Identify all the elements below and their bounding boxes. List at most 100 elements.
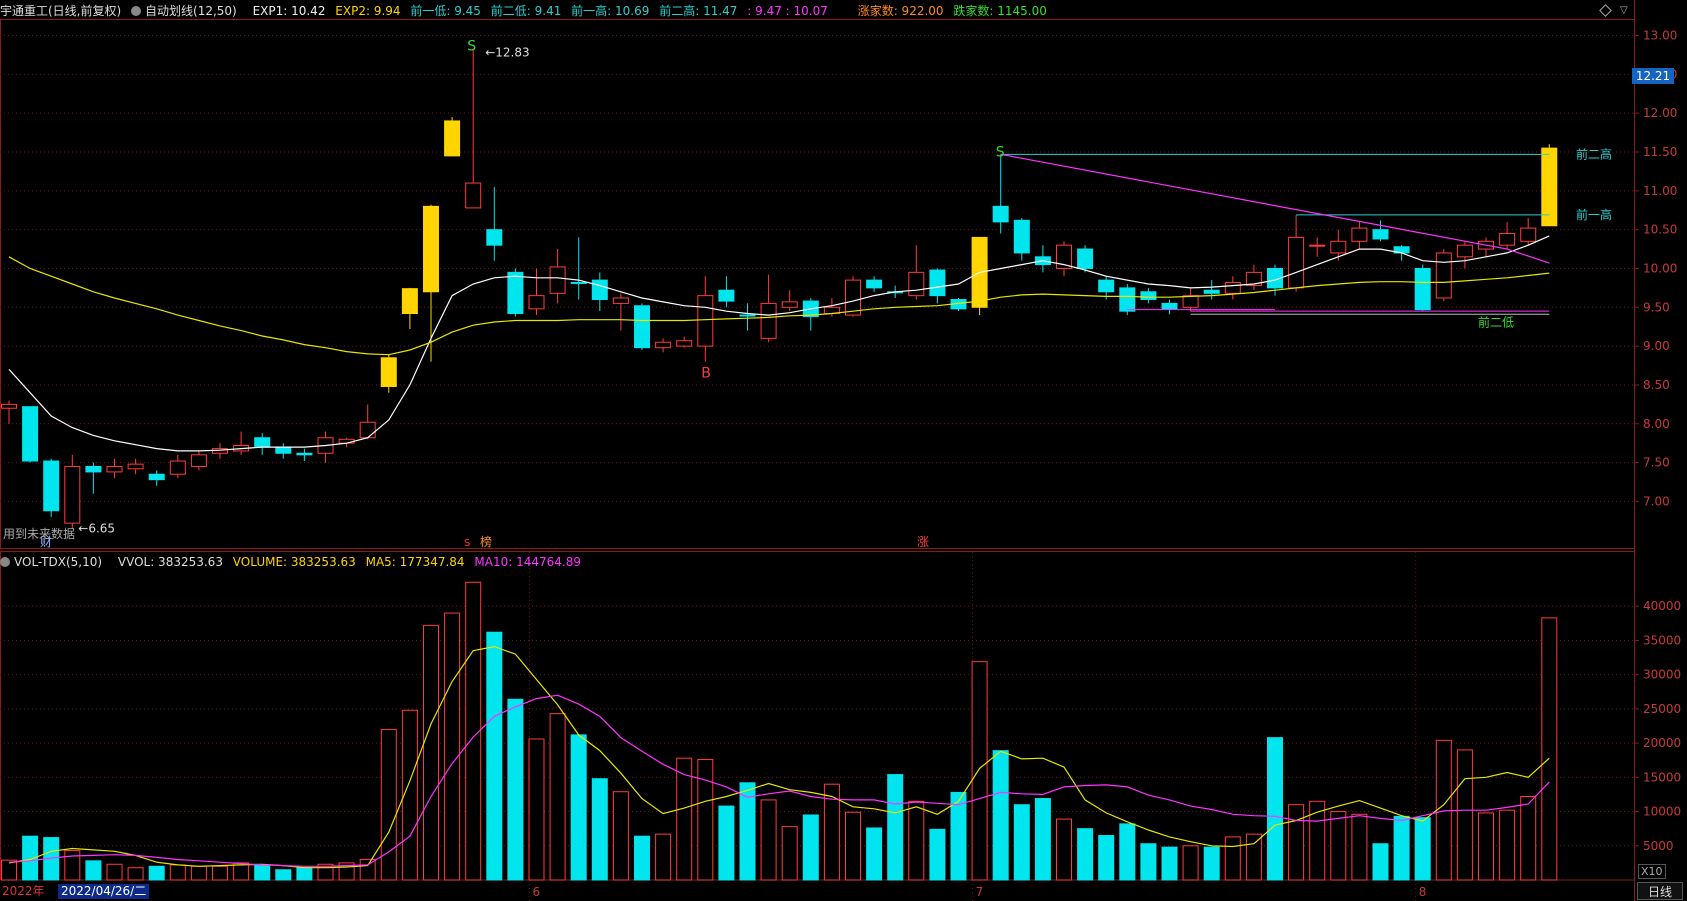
price-tick-label: 11.50 xyxy=(1643,145,1677,159)
candle-body xyxy=(296,452,313,456)
volume-bar xyxy=(1288,804,1305,881)
candle-body xyxy=(908,271,925,297)
volume-bar xyxy=(1372,843,1389,881)
indicator-settings-icon[interactable] xyxy=(131,6,142,16)
prev-high1-label: 前一高 xyxy=(1576,207,1612,222)
volume-bar xyxy=(1330,811,1347,881)
ma-yellow-line xyxy=(8,256,1550,356)
price-tick-label: 7.00 xyxy=(1643,494,1670,508)
candle-body xyxy=(380,357,397,387)
candle-body xyxy=(1224,281,1241,294)
candle-body xyxy=(845,279,861,316)
vol-settings-icon[interactable] xyxy=(0,557,10,567)
volume-bar xyxy=(760,799,777,881)
volume-bar xyxy=(275,869,292,881)
candle-body xyxy=(1288,236,1305,289)
candle-body xyxy=(85,465,102,473)
sell-marker: S xyxy=(996,144,1005,160)
volume-bar xyxy=(718,805,735,881)
volume-bar xyxy=(1309,800,1326,881)
price-tick-label: 13.00 xyxy=(1643,29,1677,43)
buy-marker: B xyxy=(701,366,711,382)
candle-body xyxy=(929,269,946,297)
candle-body xyxy=(634,305,650,349)
candle-body xyxy=(866,279,883,289)
volume-bar xyxy=(655,833,672,881)
candle-body xyxy=(612,297,629,304)
volume-bar xyxy=(1034,798,1051,881)
candle-body xyxy=(570,281,587,284)
volume-bar xyxy=(845,811,861,881)
volume-bar xyxy=(1478,812,1494,881)
volume-tick-label: 10000 xyxy=(1643,805,1681,819)
volume-bar xyxy=(992,750,1009,881)
ma10-value: MA10: 144764.89 xyxy=(474,555,581,569)
volume-scale-label: X10 xyxy=(1638,864,1666,879)
volume-bar xyxy=(591,778,608,881)
indicator-name[interactable]: 自动划线(12,50) xyxy=(131,4,243,18)
candle-body xyxy=(992,205,1009,223)
candle-body xyxy=(1520,227,1537,242)
volume-bar xyxy=(296,867,313,881)
vol-indicator[interactable]: VOL-TDX(5,10) xyxy=(0,555,108,569)
volume-tick-label: 25000 xyxy=(1643,702,1681,716)
volume-bar xyxy=(1456,749,1473,881)
volume-bar xyxy=(1161,846,1178,881)
volume-bar xyxy=(1056,818,1072,881)
candle-body xyxy=(781,301,798,308)
volume-bar xyxy=(950,791,967,881)
volume-bar xyxy=(1,859,17,881)
candle-body xyxy=(718,289,735,302)
candle-body xyxy=(275,446,292,454)
stock-chart[interactable]: 7.00 7.50 8.00 8.50 9.00 9.50 10.00 10.50 11.00 1… xyxy=(0,0,1687,901)
candle-body xyxy=(1372,229,1389,240)
volume-bar xyxy=(64,850,81,881)
candle-body xyxy=(1203,289,1220,294)
volume-value: VOLUME: 383253.63 xyxy=(232,555,356,569)
candle-body xyxy=(697,295,714,347)
candle-body xyxy=(1077,248,1094,269)
volume-bar xyxy=(1414,817,1431,881)
candle-body xyxy=(64,465,81,524)
volume-bar xyxy=(444,612,461,881)
candle-body xyxy=(1161,302,1178,310)
x-tick-label: 8 xyxy=(1419,885,1427,899)
volume-bar xyxy=(106,863,123,881)
volume-bar xyxy=(380,728,397,881)
x-tick-label: 7 xyxy=(976,885,984,899)
volume-bar xyxy=(1182,845,1199,881)
volume-bar xyxy=(486,631,503,881)
candle-body xyxy=(1435,252,1452,299)
stock-title[interactable]: 宇通重工(日线,前复权) xyxy=(0,4,121,18)
volume-bar xyxy=(1013,804,1030,881)
volume-bar xyxy=(127,867,144,881)
low2-value: 前二低: 9.41 xyxy=(490,4,562,18)
exp1-value: EXP1: 10.42 xyxy=(252,4,326,18)
candle-body xyxy=(1098,279,1115,293)
volume-tick-label: 15000 xyxy=(1643,770,1681,784)
period-button[interactable]: 日线 xyxy=(1637,882,1683,900)
event-marker-bang: 榜 xyxy=(480,534,492,549)
event-marker-s: S xyxy=(464,538,470,549)
price-tick-label: 9.00 xyxy=(1643,339,1670,353)
exp2-value: EXP2: 9.94 xyxy=(335,4,401,18)
candle-body xyxy=(1541,147,1558,227)
volume-bar xyxy=(612,791,629,881)
volume-tick-label: 5000 xyxy=(1643,839,1674,853)
range-value: : 9.47 : 10.07 xyxy=(747,4,828,18)
price-tick-label: 10.50 xyxy=(1643,223,1677,237)
vvol-value: VVOL: 383253.63 xyxy=(117,555,223,569)
candle-body xyxy=(1351,227,1368,242)
peak-price-label: ←12.83 xyxy=(485,46,529,60)
candle-body xyxy=(1140,291,1157,301)
candle-body xyxy=(1309,244,1326,247)
volume-bar xyxy=(971,661,988,881)
volume-bar xyxy=(570,734,587,881)
volume-bar xyxy=(1351,813,1368,881)
collapse-icon[interactable]: ▽ xyxy=(1620,5,1628,16)
volume-tick-label: 20000 xyxy=(1643,736,1681,750)
down-count: 跌家数: 1145.00 xyxy=(953,4,1047,18)
volume-bar xyxy=(1520,795,1537,881)
volume-bar xyxy=(1224,836,1241,881)
candle-body xyxy=(507,271,524,315)
